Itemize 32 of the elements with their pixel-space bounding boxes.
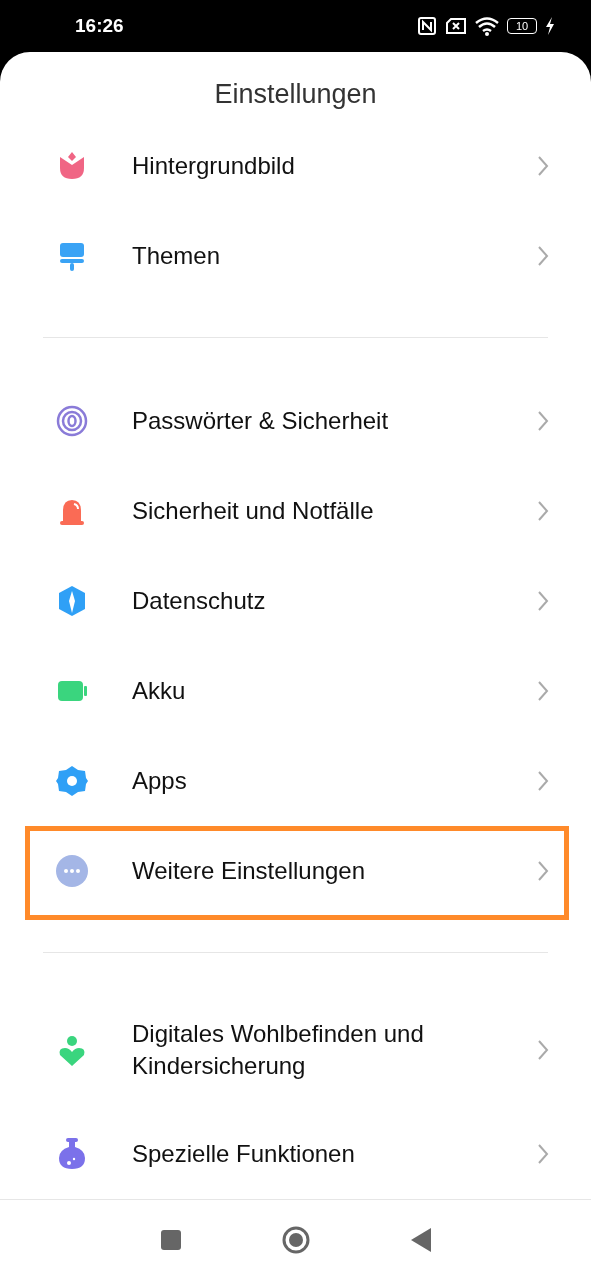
battery-indicator: 10 bbox=[507, 18, 537, 34]
nfc-icon bbox=[417, 16, 437, 36]
fingerprint-icon bbox=[54, 403, 90, 439]
more-icon bbox=[54, 853, 90, 889]
settings-item[interactable]: Sicherheit und Notfälle bbox=[0, 466, 591, 556]
charging-icon bbox=[545, 17, 555, 35]
home-button[interactable] bbox=[280, 1225, 311, 1255]
recents-button[interactable] bbox=[158, 1228, 183, 1252]
settings-item[interactable]: Passwörter & Sicherheit bbox=[0, 376, 591, 466]
chevron-icon bbox=[537, 155, 549, 177]
settings-item[interactable]: Themen bbox=[0, 211, 591, 301]
settings-item[interactable]: Hintergrundbild bbox=[0, 121, 591, 211]
chevron-icon bbox=[537, 500, 549, 522]
wifi-icon bbox=[475, 16, 499, 36]
settings-item[interactable]: Akku bbox=[0, 646, 591, 736]
chevron-icon bbox=[537, 1143, 549, 1165]
chevron-icon bbox=[537, 1039, 549, 1061]
page-title: Einstellungen bbox=[213, 78, 378, 111]
chevron-icon bbox=[537, 860, 549, 882]
no-sim-icon bbox=[445, 17, 467, 35]
settings-item[interactable]: Datenschutz bbox=[0, 556, 591, 646]
settings-item[interactable]: Apps bbox=[0, 736, 591, 826]
chevron-icon bbox=[537, 245, 549, 267]
settings-item[interactable]: Digitales Wohlbefinden und Kindersicherung bbox=[0, 991, 591, 1109]
chevron-icon bbox=[537, 680, 549, 702]
chevron-icon bbox=[537, 590, 549, 612]
chevron-icon bbox=[537, 410, 549, 432]
chevron-icon bbox=[537, 770, 549, 792]
settings-item[interactable]: Weitere Einstellungen bbox=[0, 826, 591, 916]
settings-icon bbox=[54, 763, 90, 799]
settings-item[interactable]: Spezielle Funktionen bbox=[0, 1109, 591, 1199]
status-time: 16:26 bbox=[75, 15, 124, 37]
